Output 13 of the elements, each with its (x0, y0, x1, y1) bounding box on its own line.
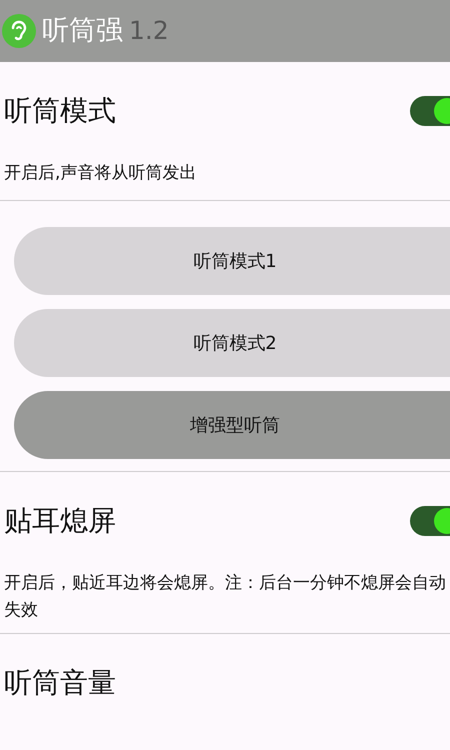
app-title: 听筒强 (42, 14, 123, 48)
mode-button[interactable]: 增强型听筒 (14, 391, 450, 460)
toggle-switch[interactable] (410, 96, 450, 126)
section-title: 听筒模式 (4, 93, 116, 129)
app-version: 1.2 (129, 15, 169, 48)
mode-button[interactable]: 听筒模式1 (14, 227, 450, 296)
section-description: 开启后，贴近耳边将会熄屏。注：后台一分钟不熄屏会自动失效 (3, 572, 447, 622)
mode-button[interactable]: 听筒模式2 (14, 309, 450, 378)
section-description: 开启后,声音将从听筒发出 (3, 162, 198, 185)
section-title: 听筒音量 (4, 665, 116, 702)
ear-icon (2, 14, 36, 48)
toggle-switch[interactable] (410, 506, 450, 536)
section-title: 贴耳熄屏 (4, 503, 116, 540)
